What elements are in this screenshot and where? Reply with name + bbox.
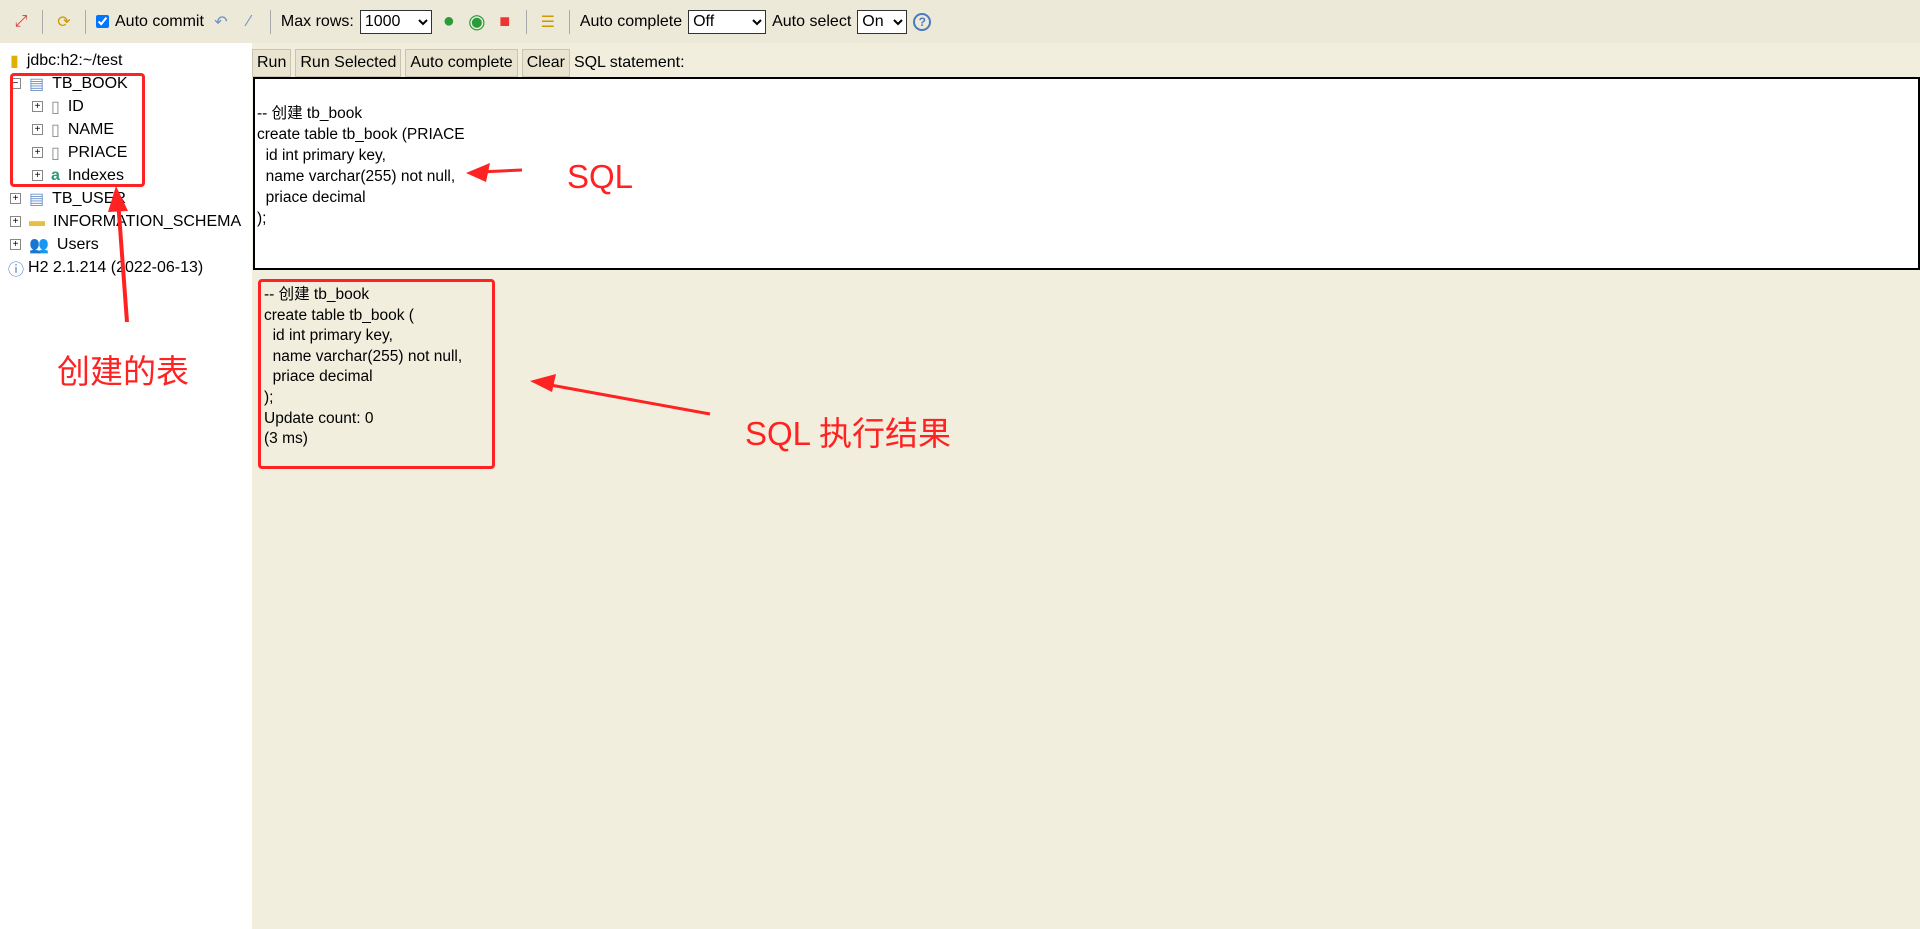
expand-icon[interactable]: +	[10, 216, 21, 227]
version-label: H2 2.1.214 (2022-06-13)	[28, 258, 204, 276]
separator	[269, 9, 271, 34]
main-panel: Run Run Selected Auto complete Clear SQL…	[252, 43, 1920, 929]
table-icon: ▤	[29, 190, 45, 208]
auto-select-select[interactable]: On	[857, 9, 908, 34]
annotation-table: 创建的表	[57, 353, 189, 390]
schema-label: INFORMATION_SCHEMA	[53, 212, 242, 230]
tree-users[interactable]: + 👥 Users	[0, 233, 252, 256]
help-icon[interactable]: ?	[913, 12, 932, 31]
disconnect-icon[interactable]: ⤢	[10, 11, 32, 33]
auto-complete-label: Auto complete	[579, 12, 683, 30]
expand-icon[interactable]: +	[10, 239, 21, 250]
users-icon: 👥	[29, 236, 49, 254]
annotation-box-result	[258, 279, 495, 469]
sql-editor[interactable]: -- 创建 tb_book create table tb_book (PRIA…	[253, 77, 1920, 270]
separator	[85, 9, 86, 34]
tree-connection[interactable]: ▮ jdbc:h2:~/test	[0, 49, 252, 72]
database-icon: ▮	[10, 52, 19, 70]
rollback-icon[interactable]: ↶	[210, 11, 232, 33]
run-icon[interactable]: ●	[438, 10, 460, 33]
toolbar: ⤢ ⟳ Auto commit ↶ ⁄ Max rows: 1000 ● ◉ ■…	[0, 0, 1920, 43]
run-button[interactable]: Run	[252, 49, 292, 77]
auto-select-label: Auto select	[772, 12, 852, 30]
max-rows-select[interactable]: 1000	[359, 9, 432, 34]
table-label: TB_USER	[52, 189, 126, 207]
annotation-result: SQL 执行结果	[745, 415, 951, 452]
separator	[568, 9, 570, 34]
annotation-box-table	[10, 73, 145, 187]
run-selected-icon[interactable]: ◉	[466, 11, 488, 33]
auto-commit-label: Auto commit	[115, 12, 204, 30]
run-selected-button[interactable]: Run Selected	[295, 49, 402, 77]
folder-icon: ▬	[29, 212, 45, 230]
separator	[525, 9, 527, 34]
commit-icon[interactable]: ⁄	[238, 11, 260, 33]
tree-information-schema[interactable]: + ▬ INFORMATION_SCHEMA	[0, 210, 252, 233]
auto-complete-button[interactable]: Auto complete	[405, 49, 518, 77]
info-icon: ⓘ	[8, 261, 25, 279]
auto-complete-select[interactable]: Off	[688, 9, 767, 34]
annotation-sql: SQL	[567, 158, 634, 195]
history-icon[interactable]: ☰	[537, 11, 559, 33]
connection-label: jdbc:h2:~/test	[26, 51, 123, 69]
tree-table-tb-user[interactable]: + ▤ TB_USER	[0, 187, 252, 210]
stop-icon[interactable]: ■	[494, 11, 516, 33]
clear-button[interactable]: Clear	[521, 49, 570, 77]
separator	[42, 9, 43, 34]
tree-version: ⓘ H2 2.1.214 (2022-06-13)	[0, 256, 252, 279]
users-label: Users	[56, 235, 99, 253]
expand-icon[interactable]: +	[10, 193, 21, 204]
sql-statement-label: SQL statement:	[573, 54, 685, 71]
refresh-icon[interactable]: ⟳	[53, 11, 75, 33]
auto-commit-checkbox[interactable]	[96, 15, 109, 28]
max-rows-label: Max rows:	[280, 12, 354, 30]
